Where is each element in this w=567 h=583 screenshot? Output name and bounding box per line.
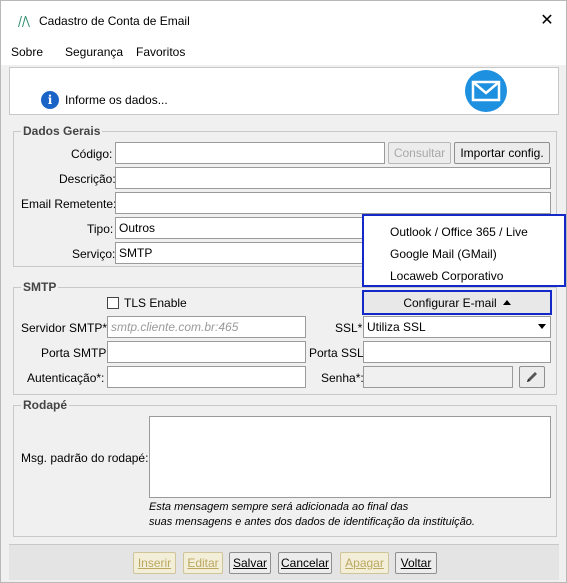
salvar-label: Salvar: [232, 556, 267, 570]
mail-icon: [465, 70, 507, 112]
codigo-field[interactable]: [115, 142, 385, 164]
pencil-icon: [527, 372, 537, 382]
tipo-value: Outros: [119, 221, 156, 235]
footer-bar: Inserir Editar Salvar Cancelar Apagar Vo…: [9, 544, 559, 580]
rodape-hint-line2: suas mensagens e antes dos dados de iden…: [149, 516, 475, 528]
email-remetente-field[interactable]: [115, 192, 551, 214]
ssl-select[interactable]: Utiliza SSL: [363, 316, 551, 338]
tipo-label: Tipo:: [87, 222, 114, 236]
tls-enable-label: TLS Enable: [124, 296, 187, 310]
menu-item-sobre[interactable]: Sobre: [11, 45, 43, 59]
smtp-title: SMTP: [21, 280, 59, 294]
importar-config-button[interactable]: Importar config.: [454, 142, 550, 164]
dados-gerais-title: Dados Gerais: [21, 124, 103, 138]
header-panel: i Informe os dados...: [9, 67, 559, 115]
tipo-select[interactable]: Outros: [115, 217, 365, 239]
rodape-title: Rodapé: [21, 398, 70, 412]
close-button[interactable]: ✕: [536, 9, 558, 31]
msg-rodape-textarea[interactable]: [149, 416, 551, 498]
servidor-smtp-placeholder: smtp.cliente.com.br:465: [111, 320, 239, 334]
servico-select[interactable]: SMTP: [115, 242, 365, 264]
descricao-label: Descrição:: [59, 172, 116, 186]
voltar-button[interactable]: Voltar: [395, 552, 437, 574]
editar-button[interactable]: Editar: [183, 552, 223, 574]
autenticacao-field[interactable]: [107, 366, 306, 388]
configurar-email-button[interactable]: Configurar E-mail: [362, 290, 552, 315]
senha-field[interactable]: [363, 366, 513, 388]
servidor-smtp-field[interactable]: smtp.cliente.com.br:465: [107, 316, 306, 338]
porta-smtp-field[interactable]: [107, 341, 306, 363]
inserir-label: Inserir: [137, 556, 172, 570]
voltar-label: Voltar: [400, 556, 432, 570]
ssl-value: Utiliza SSL: [367, 320, 426, 334]
codigo-label: Código:: [71, 147, 113, 161]
email-remetente-label: Email Remetente:: [21, 197, 117, 211]
title-bar: Cadastro de Conta de Email ✕: [1, 1, 566, 39]
apagar-label: Apagar: [345, 556, 384, 570]
ssl-label: SSL*:: [335, 321, 366, 335]
cancelar-button[interactable]: Cancelar: [278, 552, 332, 574]
tls-enable-checkbox[interactable]: [107, 297, 119, 309]
chevron-down-icon: [538, 324, 546, 329]
menu-item-favoritos[interactable]: Favoritos: [136, 45, 185, 59]
window-title: Cadastro de Conta de Email: [39, 14, 190, 28]
info-text: Informe os dados...: [65, 93, 168, 107]
autenticacao-label: Autenticação*:: [27, 371, 105, 385]
popup-item-gmail[interactable]: Google Mail (GMail): [390, 247, 497, 261]
popup-item-locaweb[interactable]: Locaweb Corporativo: [390, 269, 503, 283]
cancelar-label: Cancelar: [280, 556, 330, 570]
rodape-hint-line1: Esta mensagem sempre será adicionada ao …: [149, 501, 409, 513]
edit-senha-button[interactable]: [519, 366, 545, 388]
menu-item-seguranca[interactable]: Segurança: [65, 45, 123, 59]
app-logo-icon: [18, 16, 30, 27]
close-icon: ✕: [540, 12, 554, 29]
consultar-button[interactable]: Consultar: [388, 142, 451, 164]
senha-label: Senha*:: [321, 371, 364, 385]
descricao-field[interactable]: [115, 167, 551, 189]
servico-value: SMTP: [119, 246, 153, 260]
popup-item-outlook[interactable]: Outlook / Office 365 / Live: [390, 225, 528, 239]
info-icon: i: [41, 91, 59, 109]
porta-smtp-label: Porta SMTP:: [41, 346, 110, 360]
editar-label: Editar: [187, 556, 219, 570]
email-account-window: Cadastro de Conta de Email ✕ Sobre Segur…: [0, 0, 567, 583]
chevron-up-icon: [502, 300, 511, 305]
salvar-button[interactable]: Salvar: [229, 552, 271, 574]
menu-bar: Sobre Segurança Favoritos: [1, 39, 566, 65]
porta-ssl-label: Porta SSL:: [309, 346, 368, 360]
apagar-button[interactable]: Apagar: [340, 552, 389, 574]
inserir-button[interactable]: Inserir: [133, 552, 176, 574]
msg-rodape-label: Msg. padrão do rodapé:: [21, 451, 149, 465]
configurar-email-label: Configurar E-mail: [403, 295, 497, 310]
email-provider-popup: Outlook / Office 365 / Live Google Mail …: [362, 214, 566, 287]
servidor-smtp-label: Servidor SMTP*:: [21, 321, 111, 335]
servico-label: Serviço:: [72, 247, 116, 261]
porta-ssl-field[interactable]: [363, 341, 551, 363]
